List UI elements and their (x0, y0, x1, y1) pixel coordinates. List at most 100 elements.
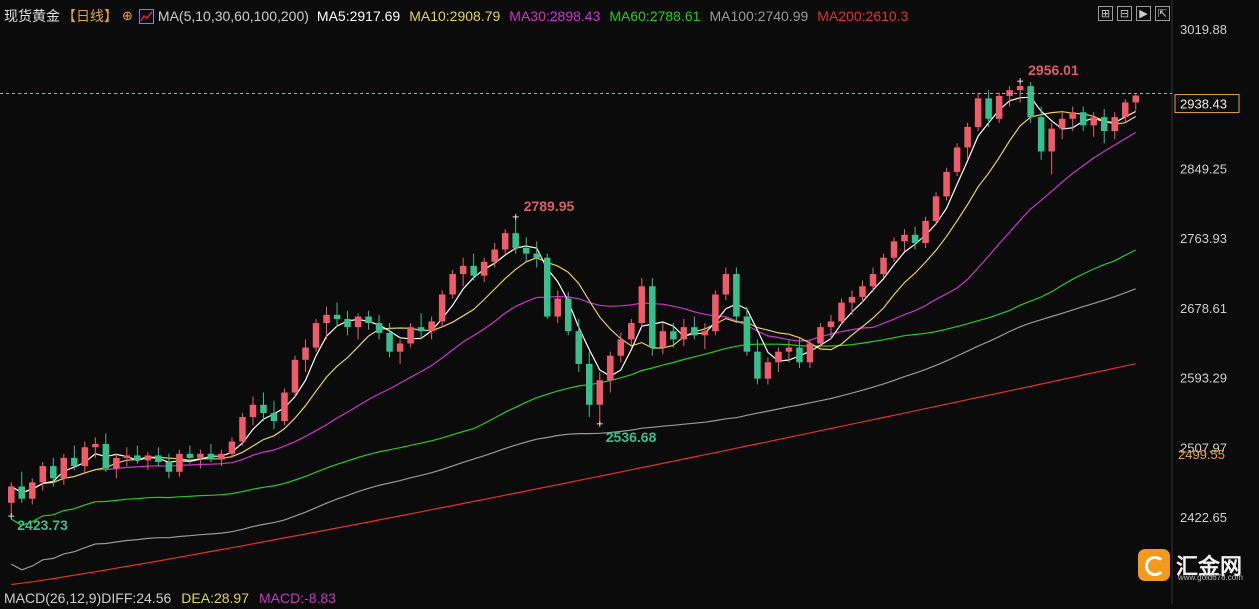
price-tick-label: 2763.93 (1180, 231, 1227, 246)
candle-body (796, 347, 803, 363)
price-tick-label: 3019.88 (1180, 22, 1227, 37)
candle-body (491, 249, 498, 262)
ma200-line (11, 363, 1136, 586)
candle-body (176, 453, 183, 472)
candle-body (407, 327, 414, 344)
candle-body (638, 286, 646, 324)
candle-body (943, 171, 950, 197)
candle-body (659, 331, 667, 348)
candle-body (165, 461, 173, 472)
current-price-label: 2938.43 (1180, 97, 1227, 112)
candle-body (197, 453, 204, 458)
toolbar-button-1[interactable]: ⊟ (1117, 6, 1132, 21)
candle-body (564, 298, 572, 332)
candle-body (827, 321, 835, 328)
candle-body (859, 286, 866, 297)
candle-body (995, 95, 1003, 119)
candle-body (134, 455, 141, 461)
candle-body (7, 486, 15, 503)
candle-body (890, 241, 898, 258)
candle-body (291, 359, 299, 393)
candle-body (123, 455, 131, 458)
candle-body (333, 314, 341, 319)
candle-body (470, 265, 477, 276)
candle-body (480, 261, 488, 276)
candle-body (880, 257, 887, 275)
candle-body (522, 247, 530, 254)
candle-body (60, 457, 68, 479)
candle-body (691, 327, 698, 336)
candle-body (764, 362, 772, 379)
candle-body (554, 298, 561, 317)
candle-body (155, 455, 162, 462)
candle-body (249, 404, 257, 418)
toolbar-button-3[interactable]: ⇱ (1155, 6, 1170, 21)
highlight-price-label: 2499.55 (1178, 447, 1225, 462)
candle-body (312, 323, 320, 348)
candle-body (344, 318, 351, 328)
candle-body (323, 314, 330, 324)
toolbar-button-0[interactable]: ⊞ (1098, 6, 1113, 21)
candle-body (869, 274, 877, 287)
candle-body (281, 392, 288, 422)
candle-body (543, 257, 551, 317)
candle-body (743, 316, 751, 352)
candlestick-chart[interactable]: 2956.012789.952536.682423.733019.882934.… (0, 0, 1259, 604)
candle-body (375, 323, 383, 333)
candle-body (1058, 118, 1066, 129)
symbol-title: 现货黄金 (4, 8, 60, 24)
candle-body (386, 332, 393, 352)
candle-body (848, 296, 856, 303)
candle-body (144, 455, 152, 461)
toolbar-button-2[interactable]: ▶ (1136, 6, 1151, 21)
candle-body (1037, 117, 1045, 152)
ma30-line (10, 131, 1137, 494)
candle-body (932, 196, 940, 221)
logo-url: www.gold678.com (1178, 573, 1243, 582)
candle-body (628, 323, 635, 340)
candle-body (533, 253, 540, 258)
candle-body (785, 347, 793, 352)
candle-body (113, 457, 120, 469)
ma-value-4: MA100:2740.99 (709, 8, 809, 24)
ma-value-5: MA200:2610.3 (817, 8, 909, 24)
ma60-line (11, 249, 1136, 526)
candle-body (428, 321, 435, 332)
candle-body (365, 316, 372, 324)
logo-mark-icon (1138, 549, 1170, 581)
ma10-line (10, 111, 1137, 494)
candle-body (354, 316, 362, 328)
candle-body (1069, 112, 1076, 119)
chart-area[interactable]: 2956.012789.952536.682423.733019.882934.… (0, 0, 1259, 604)
candle-body (953, 147, 961, 172)
candle-body (302, 347, 309, 360)
candle-body (512, 233, 519, 248)
ma-value-3: MA60:2788.61 (609, 8, 701, 24)
annotation-mid_low_label: 2536.68 (606, 429, 657, 445)
candle-body (39, 466, 47, 483)
ma100-line (11, 288, 1136, 571)
ma-params: MA(5,10,30,60,100,200) (157, 8, 309, 24)
candle-body (1006, 90, 1013, 96)
candle-body (985, 98, 992, 119)
annotation-mid_high_label: 2789.95 (524, 198, 575, 214)
candle-body (438, 294, 446, 322)
candle-body (228, 441, 236, 454)
candle-body (649, 286, 656, 348)
candle-body (50, 466, 57, 479)
candle-body (901, 234, 908, 242)
candle-body (1079, 112, 1087, 126)
candle-body (396, 343, 404, 352)
candle-body (71, 457, 78, 467)
candle-body (617, 339, 625, 356)
toggle-icon[interactable]: ⊕ (122, 8, 133, 24)
candle-body (270, 412, 278, 422)
period-label[interactable]: 【日线】 (62, 6, 118, 26)
price-tick-label: 2849.25 (1180, 161, 1227, 176)
candle-body (722, 274, 730, 295)
candle-body (911, 234, 919, 243)
candle-body (218, 453, 225, 460)
candle-body (459, 265, 467, 275)
candle-body (81, 447, 89, 467)
annotation-high_label: 2956.01 (1028, 62, 1079, 78)
